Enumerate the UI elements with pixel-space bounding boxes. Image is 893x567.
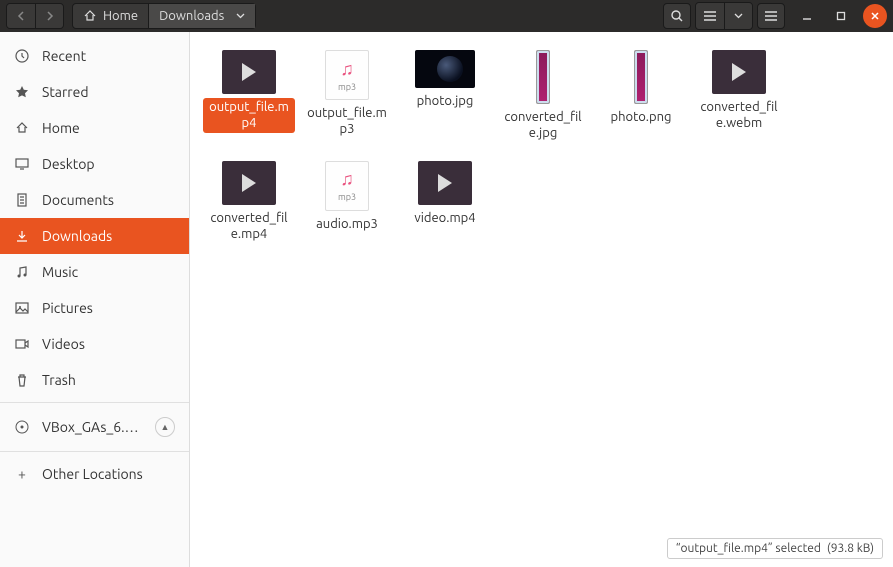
sidebar-item-label: Videos (42, 336, 85, 352)
file-thumb (415, 50, 475, 88)
music-icon (14, 265, 30, 279)
sidebar-item-videos[interactable]: Videos (0, 326, 189, 362)
sidebar-item-label: Home (42, 120, 80, 136)
search-button[interactable] (663, 3, 691, 29)
sidebar-item-trash[interactable]: Trash (0, 362, 189, 398)
clock-icon (14, 49, 30, 63)
plus-icon: + (14, 466, 30, 482)
close-button[interactable] (863, 4, 887, 28)
file-label: converted_file.mp4 (203, 209, 295, 244)
file-label: video.mp4 (410, 209, 479, 227)
sidebar-item-music[interactable]: Music (0, 254, 189, 290)
sidebar-item-clock[interactable]: Recent (0, 38, 189, 74)
file-ext: mp3 (338, 82, 356, 92)
file-thumb (418, 161, 472, 205)
sidebar-item-label: Desktop (42, 156, 95, 172)
sidebar-item-label: Recent (42, 48, 86, 64)
statusbar: “output_file.mp4” selected (93.8 kB) (667, 538, 883, 559)
downloads-icon (14, 229, 30, 243)
file-item[interactable]: ♫ mp3 output_file.mp3 (299, 50, 395, 143)
star-icon (14, 85, 30, 99)
file-thumb (222, 50, 276, 94)
file-label: converted_file.jpg (497, 108, 589, 143)
sidebar-item-label: Starred (42, 84, 89, 100)
file-label: output_file.mp3 (301, 104, 393, 139)
minimize-button[interactable] (795, 4, 819, 28)
music-note-icon: ♫ (340, 59, 354, 80)
file-thumb (634, 50, 648, 104)
maximize-button[interactable] (829, 4, 853, 28)
documents-icon (14, 193, 30, 207)
sidebar: Recent Starred Home Desktop Documents Downloa… (0, 32, 190, 567)
file-label: output_file.mp4 (203, 98, 295, 133)
eject-button[interactable]: ▲ (155, 417, 175, 437)
hamburger-menu-button[interactable] (757, 3, 785, 29)
sidebar-item-label: Music (42, 264, 78, 280)
file-thumb (536, 50, 550, 104)
file-thumb: ♫ mp3 (325, 161, 369, 211)
sidebar-other-label: Other Locations (42, 466, 143, 482)
content-area[interactable]: output_file.mp4 ♫ mp3 output_file.mp3 photo.… (190, 32, 893, 567)
nav-group (6, 3, 64, 29)
file-thumb (712, 50, 766, 94)
path-bar: Home Downloads (72, 3, 256, 29)
file-label: photo.png (607, 108, 676, 126)
view-group (695, 2, 753, 30)
disc-icon (14, 420, 30, 434)
back-button[interactable] (7, 4, 35, 28)
sidebar-item-downloads[interactable]: Downloads (0, 218, 189, 254)
file-ext: mp3 (338, 192, 356, 202)
status-text: “output_file.mp4” selected (676, 542, 821, 555)
sidebar-item-label: Downloads (42, 228, 112, 244)
forward-button[interactable] (35, 4, 63, 28)
file-item[interactable]: video.mp4 (397, 161, 493, 244)
path-current-label: Downloads (159, 9, 224, 23)
file-grid: output_file.mp4 ♫ mp3 output_file.mp3 photo.… (190, 32, 893, 279)
trash-icon (14, 373, 30, 387)
music-note-icon: ♫ (340, 169, 354, 190)
file-item[interactable]: converted_file.mp4 (201, 161, 297, 244)
titlebar: Home Downloads (0, 0, 893, 32)
sidebar-item-star[interactable]: Starred (0, 74, 189, 110)
videos-icon (14, 337, 30, 351)
file-thumb: ♫ mp3 (325, 50, 369, 100)
desktop-icon (14, 157, 30, 171)
sidebar-item-desktop[interactable]: Desktop (0, 146, 189, 182)
photo-preview (437, 56, 463, 82)
sidebar-item-label: Trash (42, 372, 76, 388)
sidebar-item-home[interactable]: Home (0, 110, 189, 146)
sidebar-item-label: Documents (42, 192, 114, 208)
main: Recent Starred Home Desktop Documents Downloa… (0, 32, 893, 567)
view-options-button[interactable] (724, 3, 752, 29)
home-icon (14, 121, 30, 135)
file-label: converted_file.webm (693, 98, 785, 133)
path-home[interactable]: Home (73, 4, 148, 28)
sidebar-other-locations[interactable]: + Other Locations (0, 456, 189, 492)
sidebar-mount[interactable]: VBox_GAs_6.… ▲ (0, 407, 189, 447)
sidebar-item-documents[interactable]: Documents (0, 182, 189, 218)
file-item[interactable]: ♫ mp3 audio.mp3 (299, 161, 395, 244)
pictures-icon (14, 301, 30, 315)
list-view-button[interactable] (696, 3, 724, 29)
file-item[interactable]: converted_file.jpg (495, 50, 591, 143)
sidebar-separator (0, 451, 189, 452)
file-item[interactable]: converted_file.webm (691, 50, 787, 143)
chevron-down-icon (236, 13, 245, 19)
file-thumb (222, 161, 276, 205)
file-item[interactable]: output_file.mp4 (201, 50, 297, 143)
file-item[interactable]: photo.png (593, 50, 689, 143)
sidebar-mount-label: VBox_GAs_6.… (42, 419, 139, 435)
file-label: photo.jpg (413, 92, 478, 110)
sidebar-item-label: Pictures (42, 300, 93, 316)
sidebar-item-pictures[interactable]: Pictures (0, 290, 189, 326)
file-item[interactable]: photo.jpg (397, 50, 493, 143)
status-size: (93.8 kB) (827, 542, 874, 555)
sidebar-separator (0, 402, 189, 403)
home-icon (83, 9, 97, 23)
path-home-label: Home (103, 9, 138, 23)
file-label: audio.mp3 (312, 215, 382, 233)
path-current[interactable]: Downloads (148, 4, 255, 28)
